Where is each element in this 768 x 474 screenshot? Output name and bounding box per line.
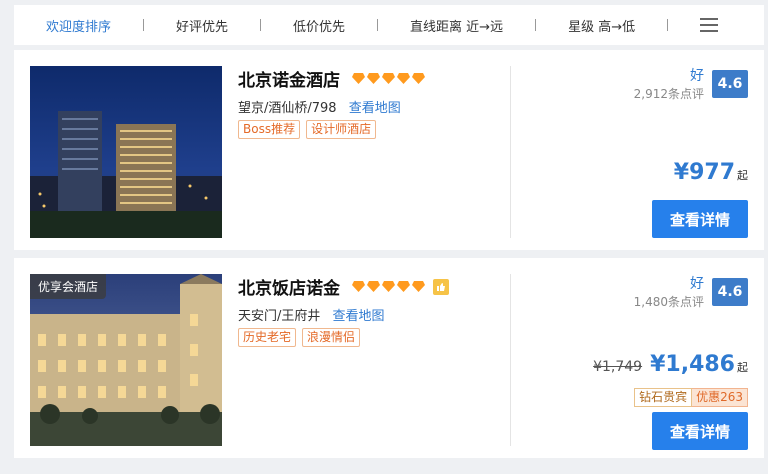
location-row: 望京/酒仙桥/798 查看地图: [238, 97, 401, 116]
price-row: ¥1,749 ¥1,486 起: [593, 352, 748, 377]
divider: [377, 19, 379, 31]
hotel-photo-image: [30, 66, 222, 238]
diamond-icon: [352, 73, 365, 84]
diamond-rating: [352, 280, 427, 293]
hotel-photo-image: [30, 274, 222, 446]
promo-badge: 钻石贵宾 优惠263: [634, 388, 748, 407]
tag: 浪漫情侣: [302, 328, 361, 347]
diamond-icon: [397, 281, 410, 292]
hotel-name[interactable]: 北京饭店诺金: [238, 274, 340, 299]
view-map-link[interactable]: 查看地图: [349, 101, 401, 116]
hotel-photo[interactable]: [30, 66, 222, 238]
diamond-icon: [412, 281, 425, 292]
sort-rating[interactable]: 好评优先: [176, 16, 228, 35]
review-count[interactable]: 2,912条点评: [634, 85, 704, 102]
hotel-card[interactable]: 优享会酒店 北京饭店诺金 天安门/王府井 查看地图 历史老宅 浪漫情侣 好 1,…: [14, 258, 764, 458]
promo-value: 优惠263: [692, 388, 748, 407]
diamond-icon: [382, 281, 395, 292]
hotel-card[interactable]: 北京诺金酒店 望京/酒仙桥/798 查看地图 Boss推荐 设计师酒店 好 2,…: [14, 50, 764, 250]
score-label: 好: [690, 68, 704, 84]
tag: Boss推荐: [238, 120, 301, 139]
member-hotel-badge: 优享会酒店: [30, 274, 107, 299]
location-text: 望京/酒仙桥/798: [238, 101, 337, 116]
tag-list: 历史老宅 浪漫情侣: [238, 328, 366, 347]
sort-bar: 欢迎度排序 好评优先 低价优先 直线距离 近→远 星级 高→低: [14, 5, 764, 45]
diamond-icon: [397, 73, 410, 84]
view-details-button[interactable]: 查看详情: [652, 200, 748, 238]
divider: [667, 19, 669, 31]
view-map-link[interactable]: 查看地图: [333, 309, 385, 324]
sort-price-low[interactable]: 低价优先: [293, 16, 345, 35]
original-price: ¥1,749: [593, 359, 643, 375]
menu-icon[interactable]: [700, 18, 719, 32]
divider: [510, 274, 511, 446]
view-details-button[interactable]: 查看详情: [652, 412, 748, 450]
sort-star[interactable]: 星级 高→低: [568, 16, 635, 35]
divider: [260, 19, 262, 31]
diamond-icon: [367, 281, 380, 292]
diamond-icon: [352, 281, 365, 292]
hotel-name[interactable]: 北京诺金酒店: [238, 66, 340, 91]
sort-distance[interactable]: 直线距离 近→远: [410, 16, 503, 35]
price: ¥1,486: [650, 352, 735, 377]
divider: [510, 66, 511, 238]
thumbs-up-icon: [433, 278, 449, 295]
tag: 设计师酒店: [306, 120, 377, 139]
sort-popularity[interactable]: 欢迎度排序: [46, 16, 111, 35]
price-suffix: 起: [737, 361, 748, 374]
diamond-icon: [412, 73, 425, 84]
location-text: 天安门/王府井: [238, 309, 321, 324]
review-count[interactable]: 1,480条点评: [634, 293, 704, 310]
location-row: 天安门/王府井 查看地图: [238, 305, 385, 324]
diamond-icon: [367, 73, 380, 84]
score-badge: 4.6: [712, 278, 748, 306]
score-label: 好: [690, 276, 704, 292]
hotel-photo[interactable]: 优享会酒店: [30, 274, 222, 446]
diamond-rating: [352, 72, 427, 85]
price-row: ¥977 起: [674, 160, 748, 185]
price-suffix: 起: [737, 169, 748, 182]
price: ¥977: [673, 160, 735, 185]
divider: [143, 19, 145, 31]
divider: [535, 19, 537, 31]
score-badge: 4.6: [712, 70, 748, 98]
tag: 历史老宅: [238, 328, 297, 347]
diamond-icon: [382, 73, 395, 84]
tag-list: Boss推荐 设计师酒店: [238, 120, 382, 139]
promo-label: 钻石贵宾: [634, 388, 693, 407]
